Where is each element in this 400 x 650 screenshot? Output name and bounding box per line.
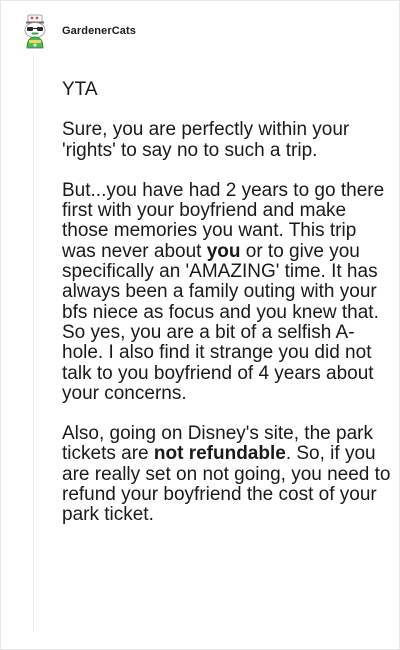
avatar[interactable] — [20, 14, 50, 50]
bold-text: you — [206, 240, 241, 262]
snoo-avatar-icon — [24, 14, 46, 49]
comment-paragraph: But...you have had 2 years to go there f… — [62, 180, 392, 404]
comment-text: or to give you specifically an 'AMAZING'… — [62, 240, 379, 404]
comment-paragraph: YTA — [62, 79, 392, 100]
comment-text: Sure, you are perfectly within your 'rig… — [62, 119, 350, 161]
comment-paragraph: Sure, you are perfectly within your 'rig… — [62, 120, 392, 161]
comment-body: YTA Sure, you are perfectly within your '… — [62, 79, 392, 546]
comment-text: YTA — [62, 79, 98, 100]
comment-header: GardenerCats — [20, 14, 136, 50]
comment-paragraph: Also, going on Disney's site, the park t… — [62, 423, 392, 525]
bold-text: not refundable — [153, 443, 286, 465]
thread-collapse-line[interactable] — [33, 52, 34, 632]
username[interactable]: GardenerCats — [62, 25, 136, 37]
